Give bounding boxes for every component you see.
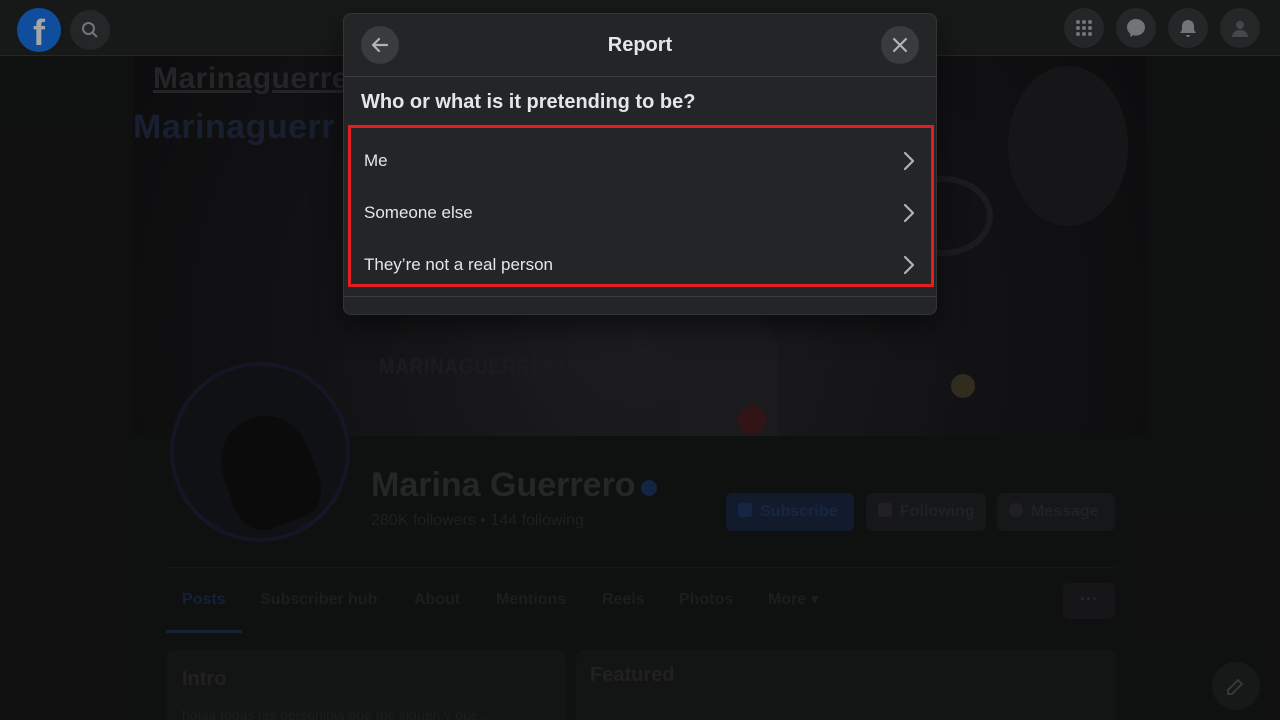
option-label: Me — [364, 151, 388, 170]
dialog-header: Report — [344, 14, 936, 77]
chevron-right-icon — [903, 203, 915, 223]
close-icon — [892, 37, 908, 53]
dialog-footer-divider — [344, 296, 936, 297]
report-question: Who or what is it pretending to be? — [361, 91, 696, 113]
option-label: Someone else — [364, 203, 473, 222]
option-label: They’re not a real person — [364, 255, 553, 274]
page: f Marinaguerre Marinaguerr MARINAGUERRER… — [0, 0, 1280, 720]
arrow-left-icon — [371, 37, 389, 53]
option-me[interactable]: Me — [351, 135, 931, 187]
option-not-real-person[interactable]: They’re not a real person — [351, 239, 931, 291]
option-someone-else[interactable]: Someone else — [351, 187, 931, 239]
chevron-right-icon — [903, 151, 915, 171]
dialog-title: Report — [607, 34, 673, 56]
chevron-right-icon — [903, 255, 915, 275]
options-highlight: Me Someone else They’re not a real perso… — [348, 125, 934, 287]
report-dialog: Report Who or what is it pretending to b… — [343, 13, 937, 315]
back-button[interactable] — [361, 26, 399, 64]
close-button[interactable] — [881, 26, 919, 64]
